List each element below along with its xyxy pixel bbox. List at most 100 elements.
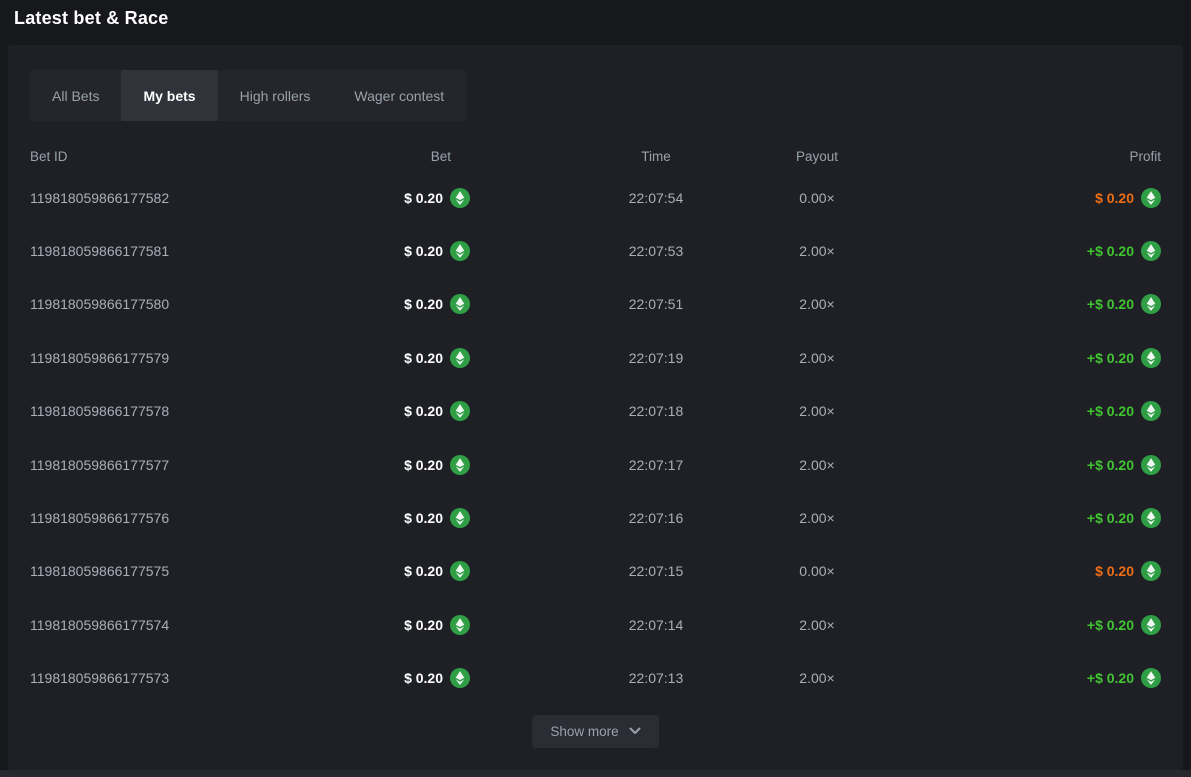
etc-coin-icon bbox=[1141, 668, 1161, 688]
profit-amount: +$ 0.20 bbox=[1087, 403, 1134, 419]
bet-id-cell: 119818059866177579 bbox=[8, 350, 353, 366]
profit-amount: $ 0.20 bbox=[1095, 563, 1134, 579]
time-cell: 22:07:51 bbox=[568, 296, 744, 312]
bet-amount: $ 0.20 bbox=[404, 190, 443, 206]
table-header-row: Bet ID Bet Time Payout Profit bbox=[8, 141, 1183, 171]
time-cell: 22:07:15 bbox=[568, 563, 744, 579]
bet-amount: $ 0.20 bbox=[404, 617, 443, 633]
table-row[interactable]: 119818059866177577 $ 0.20 22:07:17 2.00×… bbox=[8, 438, 1183, 491]
tab-my-bets[interactable]: My bets bbox=[121, 70, 217, 121]
show-more-container: Show more bbox=[8, 715, 1183, 748]
etc-coin-icon bbox=[450, 668, 470, 688]
profit-amount: +$ 0.20 bbox=[1087, 670, 1134, 686]
bet-cell: $ 0.20 bbox=[353, 348, 568, 368]
payout-cell: 0.00× bbox=[744, 563, 890, 579]
profit-cell: +$ 0.20 bbox=[890, 294, 1183, 314]
time-cell: 22:07:16 bbox=[568, 510, 744, 526]
payout-cell: 2.00× bbox=[744, 617, 890, 633]
table-row[interactable]: 119818059866177578 $ 0.20 22:07:18 2.00×… bbox=[8, 385, 1183, 438]
time-cell: 22:07:13 bbox=[568, 670, 744, 686]
table-row[interactable]: 119818059866177575 $ 0.20 22:07:15 0.00×… bbox=[8, 545, 1183, 598]
etc-coin-icon bbox=[450, 401, 470, 421]
payout-cell: 0.00× bbox=[744, 190, 890, 206]
payout-cell: 2.00× bbox=[744, 670, 890, 686]
bet-cell: $ 0.20 bbox=[353, 294, 568, 314]
bet-amount: $ 0.20 bbox=[404, 563, 443, 579]
bet-id-cell: 119818059866177574 bbox=[8, 617, 353, 633]
bet-id-cell: 119818059866177578 bbox=[8, 403, 353, 419]
bet-amount: $ 0.20 bbox=[404, 403, 443, 419]
payout-cell: 2.00× bbox=[744, 457, 890, 473]
bet-amount: $ 0.20 bbox=[404, 243, 443, 259]
etc-coin-icon bbox=[450, 561, 470, 581]
bet-id-cell: 119818059866177580 bbox=[8, 296, 353, 312]
time-cell: 22:07:54 bbox=[568, 190, 744, 206]
profit-amount: +$ 0.20 bbox=[1087, 350, 1134, 366]
profit-amount: +$ 0.20 bbox=[1087, 510, 1134, 526]
etc-coin-icon bbox=[450, 241, 470, 261]
etc-coin-icon bbox=[1141, 188, 1161, 208]
profit-cell: +$ 0.20 bbox=[890, 241, 1183, 261]
profit-amount: +$ 0.20 bbox=[1087, 296, 1134, 312]
etc-coin-icon bbox=[1141, 241, 1161, 261]
time-cell: 22:07:18 bbox=[568, 403, 744, 419]
etc-coin-icon bbox=[450, 508, 470, 528]
column-header-payout: Payout bbox=[744, 149, 890, 164]
table-row[interactable]: 119818059866177582 $ 0.20 22:07:54 0.00×… bbox=[8, 171, 1183, 224]
etc-coin-icon bbox=[1141, 615, 1161, 635]
bet-id-cell: 119818059866177582 bbox=[8, 190, 353, 206]
etc-coin-icon bbox=[1141, 401, 1161, 421]
tab-high-rollers[interactable]: High rollers bbox=[218, 70, 333, 121]
table-row[interactable]: 119818059866177581 $ 0.20 22:07:53 2.00×… bbox=[8, 224, 1183, 277]
time-cell: 22:07:19 bbox=[568, 350, 744, 366]
column-header-bet: Bet bbox=[353, 149, 568, 164]
bet-amount: $ 0.20 bbox=[404, 350, 443, 366]
etc-coin-icon bbox=[450, 348, 470, 368]
bet-cell: $ 0.20 bbox=[353, 561, 568, 581]
bet-id-cell: 119818059866177577 bbox=[8, 457, 353, 473]
profit-cell: +$ 0.20 bbox=[890, 348, 1183, 368]
profit-amount: +$ 0.20 bbox=[1087, 617, 1134, 633]
etc-coin-icon bbox=[450, 455, 470, 475]
chevron-down-icon bbox=[629, 727, 641, 735]
bet-cell: $ 0.20 bbox=[353, 188, 568, 208]
bet-cell: $ 0.20 bbox=[353, 241, 568, 261]
bet-cell: $ 0.20 bbox=[353, 455, 568, 475]
payout-cell: 2.00× bbox=[744, 243, 890, 259]
etc-coin-icon bbox=[450, 294, 470, 314]
bet-cell: $ 0.20 bbox=[353, 668, 568, 688]
show-more-button[interactable]: Show more bbox=[532, 715, 658, 748]
profit-cell: $ 0.20 bbox=[890, 188, 1183, 208]
etc-coin-icon bbox=[450, 615, 470, 635]
bet-tabs: All Bets My bets High rollers Wager cont… bbox=[30, 70, 466, 121]
bet-table-body: 119818059866177582 $ 0.20 22:07:54 0.00×… bbox=[8, 171, 1183, 705]
bet-cell: $ 0.20 bbox=[353, 615, 568, 635]
tab-wager-contest[interactable]: Wager contest bbox=[332, 70, 466, 121]
profit-amount: $ 0.20 bbox=[1095, 190, 1134, 206]
time-cell: 22:07:53 bbox=[568, 243, 744, 259]
profit-amount: +$ 0.20 bbox=[1087, 457, 1134, 473]
etc-coin-icon bbox=[450, 188, 470, 208]
table-row[interactable]: 119818059866177574 $ 0.20 22:07:14 2.00×… bbox=[8, 598, 1183, 651]
table-row[interactable]: 119818059866177573 $ 0.20 22:07:13 2.00×… bbox=[8, 652, 1183, 705]
profit-cell: $ 0.20 bbox=[890, 561, 1183, 581]
tab-all-bets[interactable]: All Bets bbox=[30, 70, 121, 121]
page-bottom-strip bbox=[0, 770, 1191, 777]
time-cell: 22:07:14 bbox=[568, 617, 744, 633]
table-row[interactable]: 119818059866177579 $ 0.20 22:07:19 2.00×… bbox=[8, 331, 1183, 384]
bet-cell: $ 0.20 bbox=[353, 508, 568, 528]
profit-cell: +$ 0.20 bbox=[890, 508, 1183, 528]
profit-cell: +$ 0.20 bbox=[890, 615, 1183, 635]
time-cell: 22:07:17 bbox=[568, 457, 744, 473]
bet-amount: $ 0.20 bbox=[404, 457, 443, 473]
table-row[interactable]: 119818059866177580 $ 0.20 22:07:51 2.00×… bbox=[8, 278, 1183, 331]
bet-id-cell: 119818059866177576 bbox=[8, 510, 353, 526]
bet-cell: $ 0.20 bbox=[353, 401, 568, 421]
etc-coin-icon bbox=[1141, 455, 1161, 475]
bet-amount: $ 0.20 bbox=[404, 296, 443, 312]
payout-cell: 2.00× bbox=[744, 350, 890, 366]
bet-id-cell: 119818059866177573 bbox=[8, 670, 353, 686]
column-header-profit: Profit bbox=[890, 149, 1183, 164]
bet-id-cell: 119818059866177575 bbox=[8, 563, 353, 579]
table-row[interactable]: 119818059866177576 $ 0.20 22:07:16 2.00×… bbox=[8, 491, 1183, 544]
